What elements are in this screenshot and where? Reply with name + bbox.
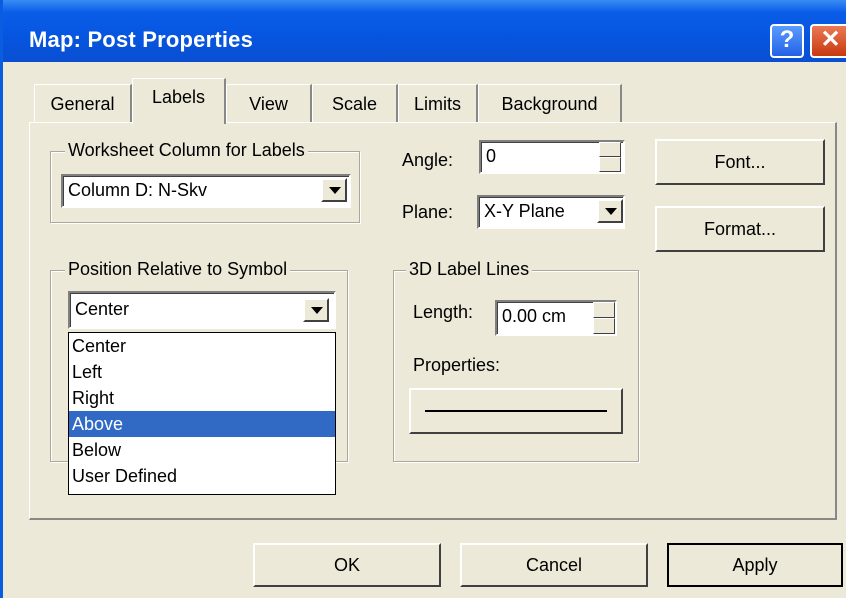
length-value: 0.00 cm bbox=[502, 306, 567, 326]
list-item[interactable]: Right bbox=[69, 385, 335, 411]
plane-label: Plane: bbox=[402, 202, 454, 222]
position-value: Center bbox=[75, 299, 130, 319]
tab-strip: General Labels View Scale Limits Backgro… bbox=[3, 78, 846, 128]
worksheet-column-value: Column D: N-Skv bbox=[68, 180, 208, 200]
tab-labels[interactable]: Labels bbox=[132, 78, 226, 124]
tab-scale[interactable]: Scale bbox=[312, 84, 398, 124]
window-title: Map: Post Properties bbox=[29, 27, 254, 52]
tab-background[interactable]: Background bbox=[478, 84, 622, 124]
close-icon: ✕ bbox=[820, 26, 841, 53]
length-label: Length: bbox=[413, 302, 474, 322]
position-select[interactable]: Center bbox=[68, 291, 336, 329]
spin-down-icon[interactable] bbox=[593, 318, 615, 334]
font-button[interactable]: Font... bbox=[655, 139, 825, 185]
chevron-down-icon[interactable] bbox=[303, 298, 329, 322]
list-item-selected[interactable]: Above bbox=[69, 411, 335, 437]
chevron-down-icon[interactable] bbox=[597, 199, 623, 223]
line-properties-button[interactable] bbox=[409, 388, 623, 434]
position-dropdown-list: Center Left Right Above Below User Defin… bbox=[68, 332, 336, 495]
length-spinner[interactable] bbox=[593, 302, 615, 334]
line-sample bbox=[425, 410, 607, 412]
list-item[interactable]: Center bbox=[69, 333, 335, 359]
list-item[interactable]: User Defined bbox=[69, 463, 335, 489]
format-button[interactable]: Format... bbox=[655, 206, 825, 252]
spin-up-icon[interactable] bbox=[599, 142, 621, 157]
properties-dialog: Map: Post Properties ? ✕ General Labels … bbox=[0, 0, 846, 598]
help-icon: ? bbox=[779, 26, 795, 53]
title-bar[interactable]: Map: Post Properties ? ✕ bbox=[3, 0, 846, 62]
label-lines-legend: 3D Label Lines bbox=[406, 259, 533, 280]
tab-limits[interactable]: Limits bbox=[398, 84, 478, 124]
worksheet-column-select[interactable]: Column D: N-Skv bbox=[61, 174, 351, 208]
tab-general[interactable]: General bbox=[34, 84, 132, 124]
plane-value: X-Y Plane bbox=[484, 201, 565, 221]
cancel-button[interactable]: Cancel bbox=[460, 543, 648, 587]
help-button[interactable]: ? bbox=[770, 24, 804, 58]
list-item[interactable]: Below bbox=[69, 437, 335, 463]
worksheet-column-legend: Worksheet Column for Labels bbox=[65, 140, 308, 161]
properties-label: Properties: bbox=[413, 355, 501, 375]
angle-label: Angle: bbox=[402, 150, 454, 170]
angle-spinner[interactable] bbox=[599, 142, 621, 172]
apply-button[interactable]: Apply bbox=[667, 543, 843, 587]
spin-down-icon[interactable] bbox=[599, 157, 621, 172]
ok-button[interactable]: OK bbox=[253, 543, 441, 587]
position-legend: Position Relative to Symbol bbox=[65, 259, 291, 280]
spin-up-icon[interactable] bbox=[593, 302, 615, 318]
angle-value: 0 bbox=[486, 146, 497, 166]
chevron-down-icon[interactable] bbox=[321, 178, 347, 202]
list-item[interactable]: Left bbox=[69, 359, 335, 385]
close-button[interactable]: ✕ bbox=[810, 24, 846, 58]
tab-view[interactable]: View bbox=[226, 84, 312, 124]
